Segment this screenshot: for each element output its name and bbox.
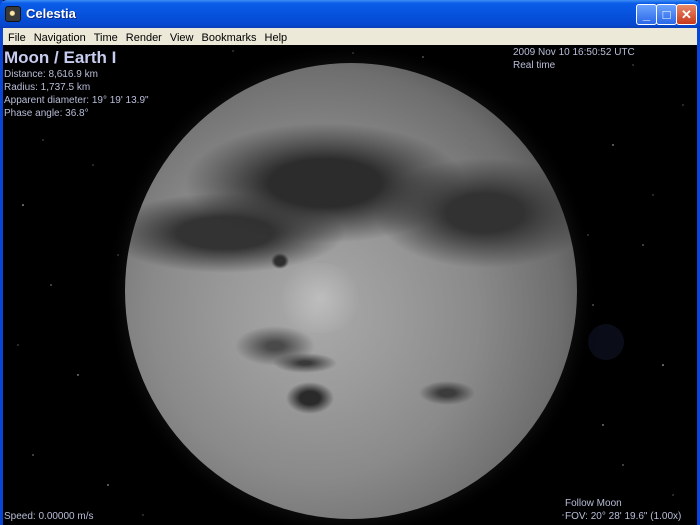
moon-sphere[interactable]: [125, 63, 577, 519]
radius-readout: Radius: 1,737.5 km: [4, 82, 91, 93]
time-mode-readout: Real time: [513, 60, 556, 71]
menu-bar: File Navigation Time Render View Bookmarks Hel…: [3, 28, 697, 45]
title-bar[interactable]: Celestia _ □ ✕: [0, 0, 700, 28]
datetime-readout: 2009 Nov 10 16:50:52 UTC: [513, 47, 635, 58]
apparent-diameter-readout: Apparent diameter: 19° 19' 13.9": [4, 95, 149, 106]
celestia-window: Celestia _ □ ✕ File Navigation Time Render V…: [0, 0, 700, 525]
celestia-app-icon[interactable]: [5, 6, 21, 22]
fov-readout: FOV: 20° 28' 19.6" (1.00x): [565, 511, 682, 522]
object-info: Distance: 8,616.9 km Radius: 1,737.5 km …: [4, 68, 149, 120]
selected-object-name: Moon / Earth I: [4, 48, 117, 67]
render-viewport[interactable]: Moon / Earth I Distance: 8,616.9 km Radi…: [3, 45, 697, 525]
maximize-button[interactable]: □: [656, 4, 677, 25]
window-title: Celestia: [26, 6, 76, 21]
speed-readout: Speed: 0.00000 m/s: [4, 511, 94, 522]
minimize-button[interactable]: _: [636, 4, 657, 25]
distance-readout: Distance: 8,616.9 km: [4, 69, 98, 80]
time-info: 2009 Nov 10 16:50:52 UTC Real time: [513, 46, 635, 72]
moon-highlight: [275, 263, 365, 333]
camera-info: Follow Moon FOV: 20° 28' 19.6" (1.00x): [565, 497, 681, 523]
follow-mode-readout: Follow Moon: [565, 498, 622, 509]
phase-angle-readout: Phase angle: 36.8°: [4, 108, 89, 119]
close-button[interactable]: ✕: [676, 4, 697, 25]
